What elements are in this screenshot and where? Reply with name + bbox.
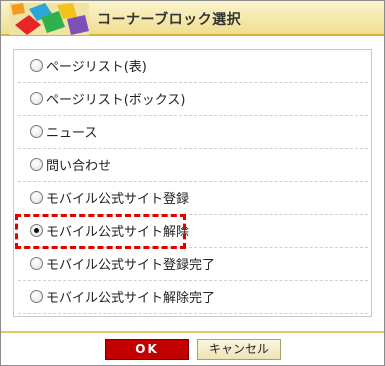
option-mobile-unregister-complete[interactable]: モバイル公式サイト解除完了 (18, 281, 368, 314)
option-label: モバイル公式サイト解除完了 (46, 291, 216, 306)
option-label: モバイル公式サイト解除 (46, 225, 190, 240)
ok-button[interactable]: OK (105, 339, 189, 360)
radio-button[interactable] (30, 257, 43, 270)
option-label: ニュース (46, 126, 98, 141)
option-label: ページリスト(ボックス) (46, 93, 186, 108)
option-label: モバイル公式サイト登録 (46, 192, 190, 207)
radio-button[interactable] (30, 191, 43, 204)
option-label: モバイル公式サイト登録完了 (46, 258, 216, 273)
corner-block-dialog: コーナーブロック選択 ページリスト(表) ページリスト(ボックス) ニュース 問… (0, 0, 385, 366)
footer-divider (1, 331, 384, 333)
radio-button-selected[interactable] (30, 224, 43, 237)
options-panel: ページリスト(表) ページリスト(ボックス) ニュース 問い合わせ モバイル公式… (13, 49, 372, 317)
radio-button[interactable] (30, 125, 43, 138)
dialog-title: コーナーブロック選択 (97, 12, 242, 28)
option-page-list-table[interactable]: ページリスト(表) (18, 50, 368, 83)
option-news[interactable]: ニュース (18, 116, 368, 149)
option-mobile-register-complete[interactable]: モバイル公式サイト登録完了 (18, 248, 368, 281)
option-label: 問い合わせ (46, 159, 112, 174)
radio-button[interactable] (30, 158, 43, 171)
title-bar: コーナーブロック選択 (1, 1, 384, 36)
option-inquiry[interactable]: 問い合わせ (18, 149, 368, 182)
cancel-button[interactable]: キャンセル (197, 339, 281, 360)
option-label: ページリスト(表) (46, 60, 147, 75)
colorful-blocks-logo-icon (9, 3, 89, 35)
radio-button[interactable] (30, 92, 43, 105)
option-mobile-register[interactable]: モバイル公式サイト登録 (18, 182, 368, 215)
option-mobile-unregister[interactable]: モバイル公式サイト解除 (18, 215, 368, 248)
radio-button[interactable] (30, 59, 43, 72)
option-page-list-box[interactable]: ページリスト(ボックス) (18, 83, 368, 116)
radio-button[interactable] (30, 290, 43, 303)
